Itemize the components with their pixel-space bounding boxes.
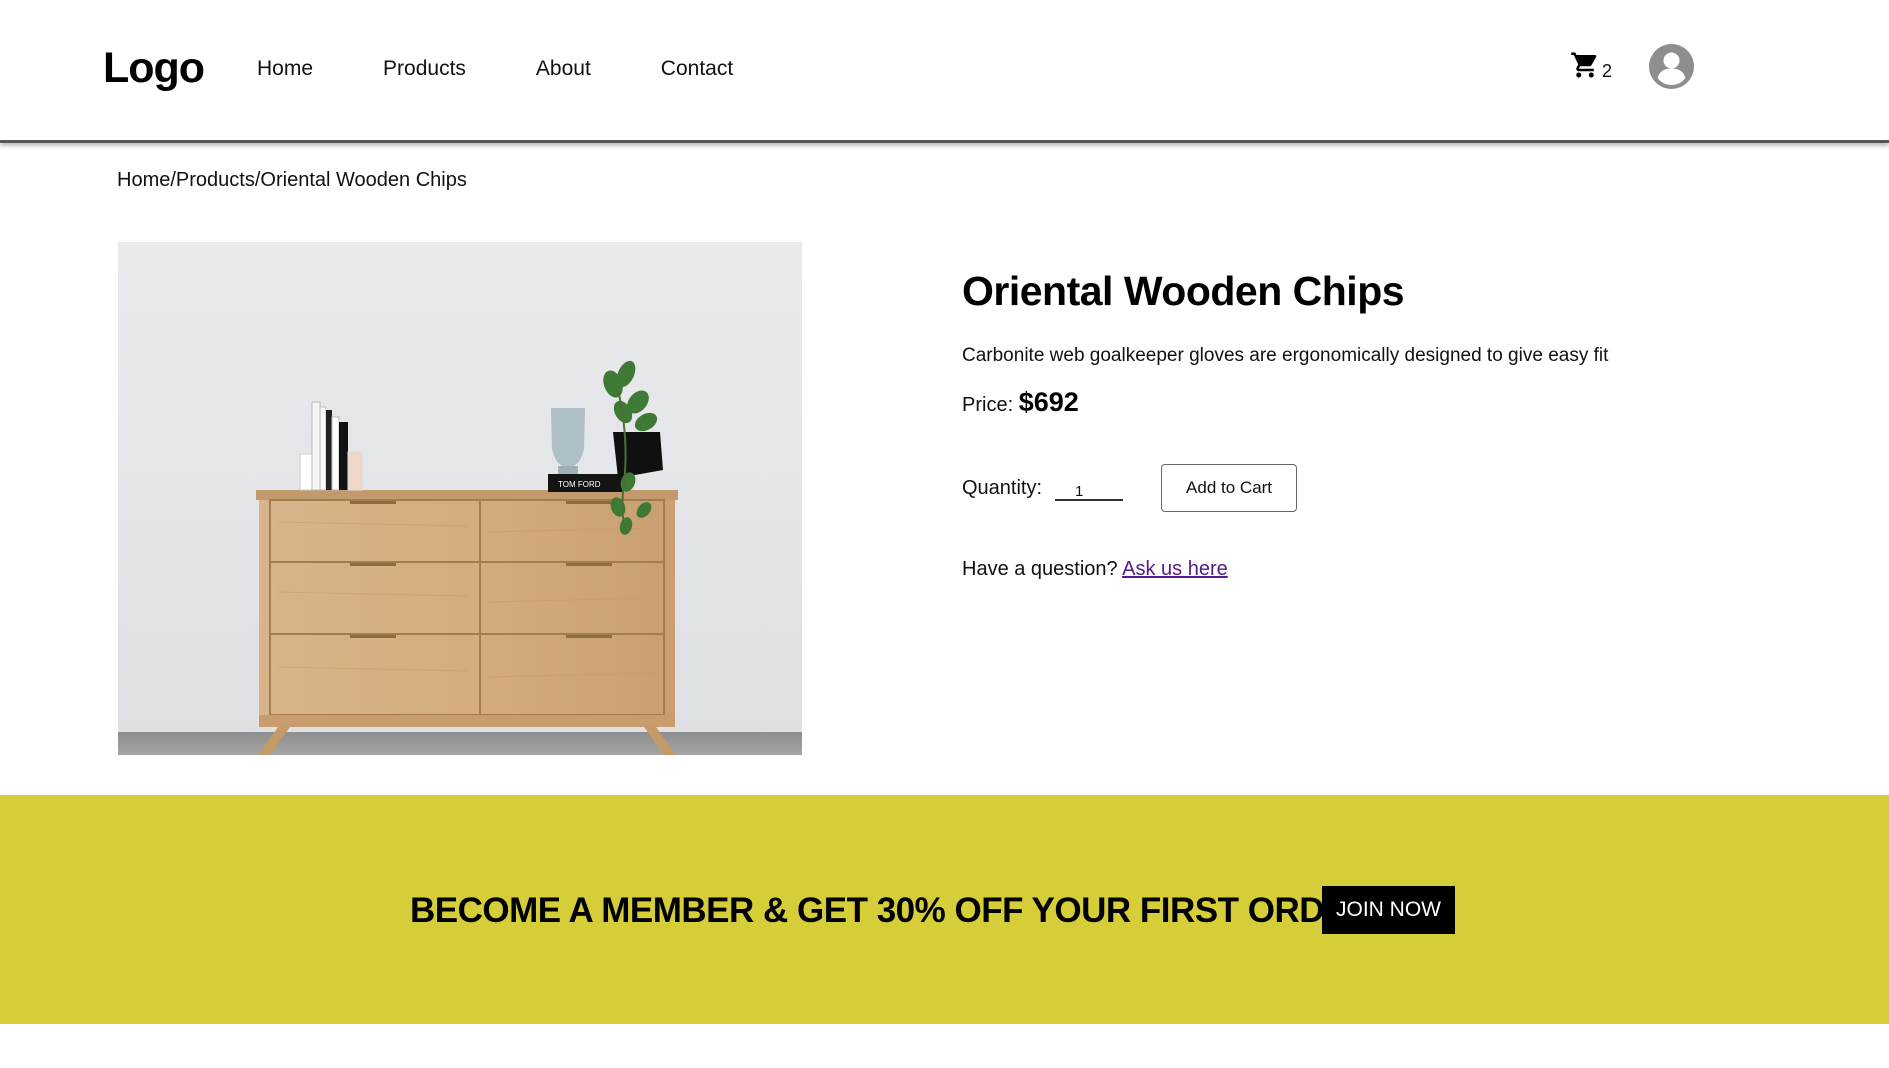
question-row: Have a question? Ask us here (962, 558, 1228, 581)
breadcrumb-products[interactable]: Products (176, 169, 255, 191)
quantity-label: Quantity: (962, 476, 1043, 499)
logo[interactable]: Logo (103, 44, 205, 93)
promo-text: BECOME A MEMBER & GET 30% OFF YOUR FIRST… (410, 891, 1372, 930)
ask-us-link[interactable]: Ask us here (1122, 558, 1228, 580)
breadcrumb-home[interactable]: Home (117, 169, 170, 191)
price-label: Price: (962, 394, 1014, 416)
nav-link-products[interactable]: Products (383, 57, 466, 81)
price-row: Price: $692 (962, 387, 1762, 418)
breadcrumb: Home/Products/Oriental Wooden Chips (117, 169, 467, 192)
add-to-cart-button[interactable]: Add to Cart (1161, 464, 1298, 512)
user-avatar-icon (1649, 44, 1694, 89)
product-title: Oriental Wooden Chips (962, 268, 1405, 314)
user-avatar-button[interactable] (1649, 44, 1694, 89)
nav-link-home[interactable]: Home (257, 57, 313, 81)
nav-link-about[interactable]: About (536, 57, 591, 81)
book-title-label: TOM FORD (558, 480, 601, 489)
product-description: Carbonite web goalkeeper gloves are ergo… (962, 345, 1609, 366)
product-info: Oriental Wooden Chips Carbonite web goal… (962, 268, 1762, 418)
product-image: TOM FORD (118, 242, 802, 755)
price-value: $692 (1018, 387, 1079, 417)
quantity-input[interactable] (1055, 475, 1124, 501)
shopping-cart-icon (1570, 50, 1600, 80)
main-nav: Home Products About Contact (257, 57, 803, 81)
promo-banner: BECOME A MEMBER & GET 30% OFF YOUR FIRST… (0, 795, 1889, 1024)
breadcrumb-current: Oriental Wooden Chips (260, 169, 467, 191)
cart-count-badge: 2 (1602, 61, 1613, 81)
site-header: Logo Home Products About Contact 2 (0, 0, 1889, 143)
nav-link-contact[interactable]: Contact (661, 57, 733, 81)
join-now-button[interactable]: JOIN NOW (1322, 886, 1455, 934)
cart-button[interactable]: 2 (1570, 50, 1612, 80)
quantity-row: Quantity: Add to Cart (962, 464, 1298, 512)
question-text: Have a question? (962, 558, 1118, 580)
